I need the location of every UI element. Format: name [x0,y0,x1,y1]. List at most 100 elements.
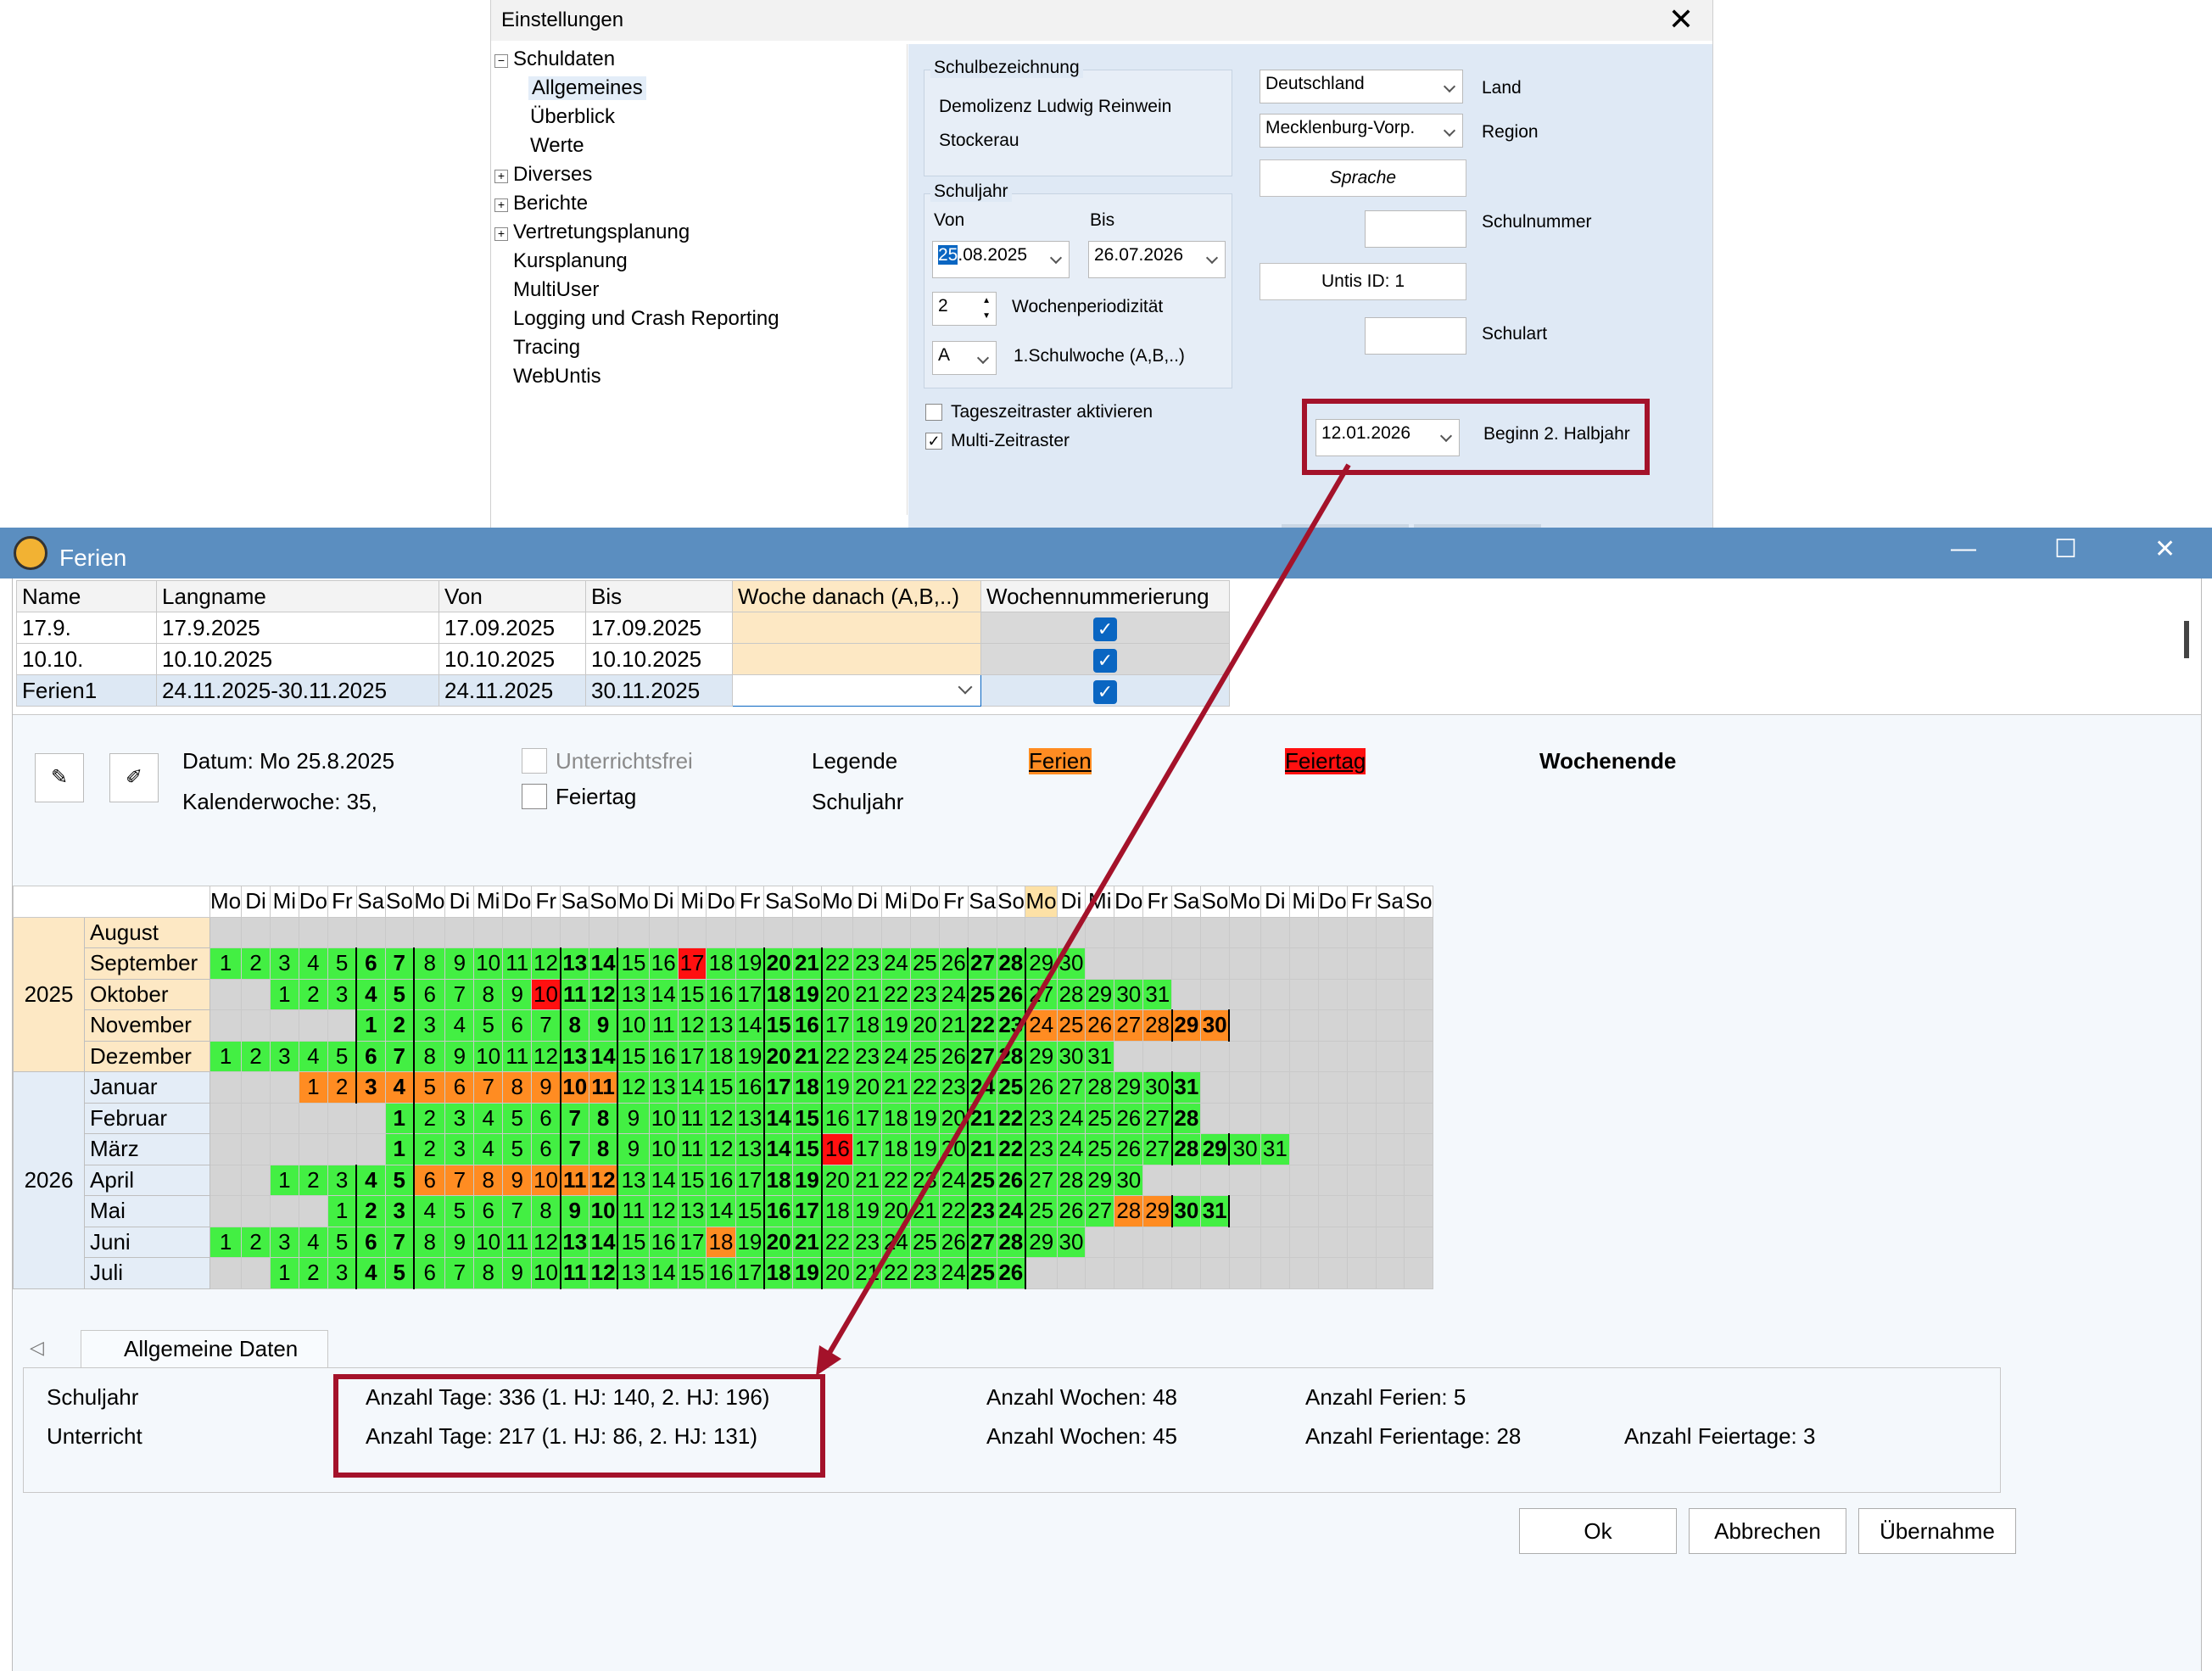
calendar-day[interactable]: 2 [355,1195,386,1227]
calendar-day[interactable]: 16 [762,1195,794,1227]
calendar-day[interactable]: 29 [1025,947,1058,980]
calendar-day[interactable]: 26 [939,1226,969,1258]
calendar-day[interactable]: 3 [327,1164,357,1196]
calendar-day[interactable]: 17 [762,1071,794,1104]
checkbox-checked-icon[interactable]: ✓ [1093,679,1117,704]
calendar-day[interactable]: 13 [706,1009,736,1042]
calendar-day[interactable]: 27 [1142,1102,1173,1134]
tree-item-berichte[interactable]: Berichte [513,192,588,215]
calendar-day[interactable]: 11 [502,947,533,980]
calendar-day[interactable]: 4 [473,1133,504,1165]
calendar-day[interactable]: 3 [269,1226,299,1258]
calendar-day[interactable]: 29 [1025,1226,1058,1258]
untis-id-field[interactable]: Untis ID: 1 [1260,263,1466,300]
calendar-day[interactable]: 21 [939,1009,969,1042]
calendar-day[interactable]: 25 [909,1226,941,1258]
calendar-day[interactable]: 5 [384,1257,415,1289]
calendar-day[interactable]: 7 [531,1009,561,1042]
calendar-day[interactable]: 27 [967,1040,997,1072]
calendar-day[interactable]: 3 [413,1009,446,1042]
calendar-day[interactable]: 2 [298,978,328,1010]
table-row[interactable]: 17.9. 17.9.2025 17.09.2025 17.09.2025 ✓ [16,612,1230,644]
calendar-day[interactable]: 22 [909,1071,941,1104]
calendar-day[interactable]: 8 [588,1102,619,1134]
region-select[interactable]: Mecklenburg-Vorp. [1260,114,1463,148]
calendar-day[interactable]: 18 [821,1195,854,1227]
calendar-day[interactable]: 21 [792,947,823,980]
calendar-day[interactable]: 23 [1025,1102,1058,1134]
cell-from[interactable]: 17.09.2025 [438,612,586,644]
cell-week-numbering[interactable]: ✓ [980,674,1230,707]
calendar-day[interactable]: 30 [1142,1071,1173,1104]
calendar-day[interactable]: 24 [939,978,969,1010]
calendar-day[interactable]: 30 [1056,947,1086,980]
calendar-day[interactable]: 14 [762,1102,794,1134]
calendar-day[interactable]: 4 [355,978,386,1010]
calendar-day[interactable]: 24 [939,1257,969,1289]
calendar-day[interactable]: 23 [909,1257,941,1289]
calendar-day[interactable]: 17 [792,1195,823,1227]
calendar-day[interactable]: 14 [706,1195,736,1227]
calendar-day[interactable]: 9 [588,1009,619,1042]
calendar-day[interactable]: 23 [996,1009,1026,1042]
eraser-icon[interactable]: ✐ [109,753,159,802]
stepper-up-icon[interactable]: ▲ [982,296,991,305]
calendar-day[interactable]: 24 [881,1226,911,1258]
calendar-day[interactable]: 15 [792,1102,823,1134]
calendar-day[interactable]: 12 [706,1133,736,1165]
calendar-day[interactable]: 13 [617,978,650,1010]
calendar-day[interactable]: 19 [821,1071,854,1104]
tree-item-ueberblick[interactable]: Überblick [530,105,615,129]
calendar-day[interactable]: 15 [677,978,707,1010]
calendar-day[interactable]: 19 [792,1257,823,1289]
calendar-day[interactable]: 8 [588,1133,619,1165]
to-date-field[interactable]: 26.07.2026 [1088,241,1226,278]
calendar-day[interactable]: 26 [1114,1133,1144,1165]
calendar-day[interactable]: 10 [559,1071,589,1104]
calendar-day[interactable]: 10 [648,1102,679,1134]
calendar-day[interactable]: 21 [967,1102,997,1134]
edit-note-icon[interactable]: ✎ [35,753,84,802]
calendar-day[interactable]: 26 [1025,1071,1058,1104]
calendar-day[interactable]: 17 [677,947,707,980]
cell-week-after[interactable] [732,643,981,675]
calendar-day[interactable]: 17 [677,1040,707,1072]
calendar-day[interactable]: 18 [706,1226,736,1258]
calendar-day[interactable]: 20 [852,1071,882,1104]
calendar-day[interactable]: 22 [996,1133,1026,1165]
calendar-day[interactable]: 31 [1200,1195,1231,1227]
calendar-day[interactable]: 27 [1085,1195,1115,1227]
calendar-day[interactable]: 6 [531,1133,561,1165]
calendar-day[interactable]: 12 [588,1164,619,1196]
calendar-day[interactable]: 11 [559,1164,589,1196]
calendar-day[interactable]: 2 [298,1257,328,1289]
calendar-day[interactable]: 1 [327,1195,357,1227]
calendar-day[interactable]: 25 [996,1071,1026,1104]
calendar-day[interactable]: 8 [413,1226,446,1258]
calendar-day[interactable]: 2 [384,1009,415,1042]
calendar-day[interactable]: 18 [852,1009,882,1042]
cell-week-numbering[interactable]: ✓ [980,612,1230,644]
public-holiday-checkbox[interactable] [522,784,547,809]
calendar-day[interactable]: 25 [967,1164,997,1196]
calendar-day[interactable]: 3 [327,978,357,1010]
calendar-day[interactable]: 17 [821,1009,854,1042]
ok-button[interactable]: Ok [1519,1508,1677,1554]
calendar-day[interactable]: 24 [939,1164,969,1196]
calendar-day[interactable]: 26 [939,947,969,980]
calendar-day[interactable]: 31 [1085,1040,1115,1072]
calendar-day[interactable]: 3 [384,1195,415,1227]
table-row[interactable]: 10.10. 10.10.2025 10.10.2025 10.10.2025 … [16,643,1230,675]
calendar-day[interactable]: 8 [413,1040,446,1072]
calendar-day[interactable]: 29 [1142,1195,1173,1227]
calendar-day[interactable]: 10 [473,947,504,980]
calendar-day[interactable]: 23 [967,1195,997,1227]
calendar-day[interactable]: 16 [821,1133,854,1165]
calendar-day[interactable]: 11 [502,1040,533,1072]
calendar-day[interactable]: 2 [413,1102,446,1134]
calendar-day[interactable]: 21 [852,1164,882,1196]
calendar-day[interactable]: 9 [502,1257,533,1289]
calendar-day[interactable]: 5 [502,1133,533,1165]
calendar-day[interactable]: 29 [1085,1164,1115,1196]
cell-longname[interactable]: 10.10.2025 [156,643,439,675]
